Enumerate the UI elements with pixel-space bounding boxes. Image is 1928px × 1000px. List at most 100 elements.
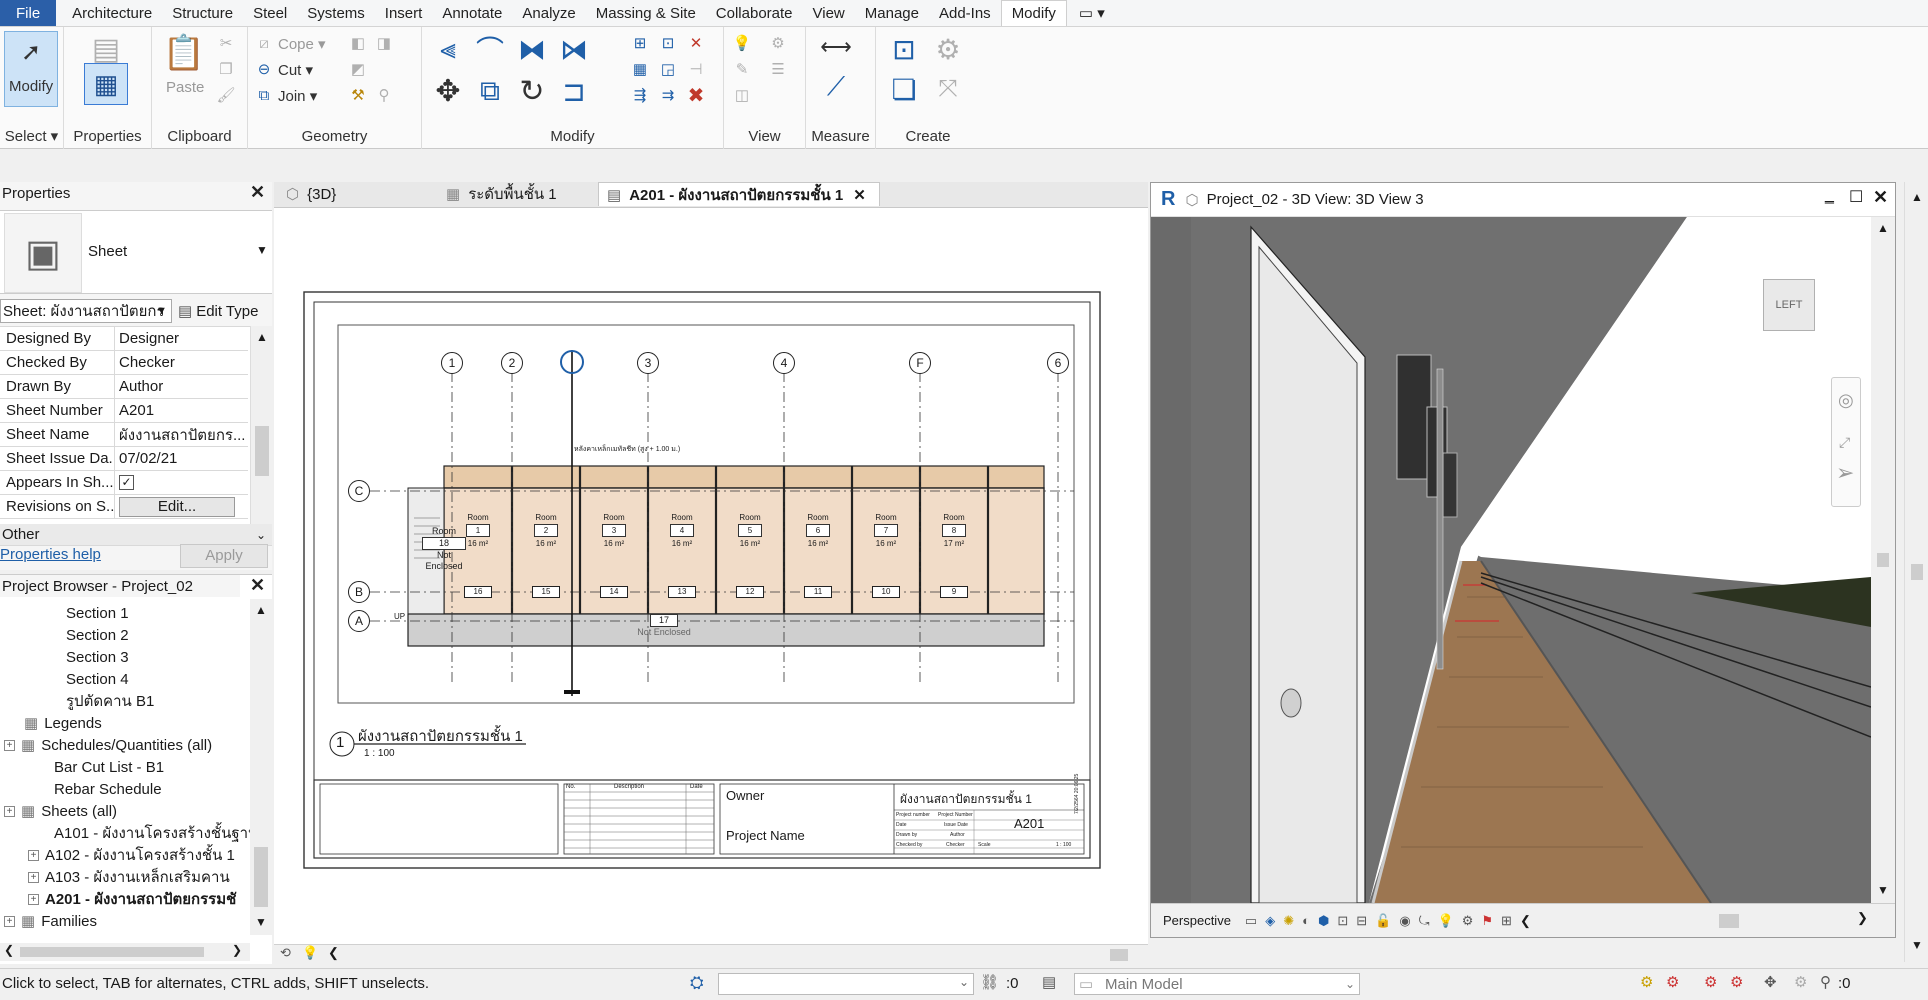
scroll-left-icon[interactable]: ❮ — [1520, 913, 1531, 929]
detail-level-icon[interactable]: ▭ — [1245, 913, 1257, 929]
type-selector-dropdown-icon[interactable]: ▼ — [256, 243, 268, 257]
menu-massing-site[interactable]: Massing & Site — [586, 0, 706, 26]
sun-path-icon[interactable]: ✺ — [1283, 913, 1294, 929]
scroll-down-icon[interactable]: ▼ — [1911, 938, 1923, 952]
scroll-left-icon[interactable]: ❮ — [328, 945, 339, 961]
viewcube[interactable]: LEFT — [1763, 279, 1815, 331]
constraints-icon[interactable]: ⊞ — [1501, 913, 1512, 929]
browser-tree-item[interactable]: ▦ Legends — [24, 713, 102, 733]
grid-bubble[interactable]: 4 — [773, 352, 795, 374]
3d-vscrollbar[interactable]: ▲ ▼ — [1871, 217, 1895, 903]
wall-joins-icon[interactable]: ◨ — [374, 33, 394, 53]
tab-sheet-a201[interactable]: ▤ A201 - ผังงานสถาปัตยกรรมชั้น 1 ✕ — [598, 182, 880, 206]
hide-crop-icon[interactable]: 💡 — [302, 945, 318, 961]
select-links-icon[interactable]: ⚙ — [1640, 973, 1653, 991]
expand-icon[interactable]: + — [28, 893, 39, 905]
grid-bubble[interactable]: C — [348, 480, 370, 502]
grid-bubble[interactable]: 2 — [501, 352, 523, 374]
ribbon-toggle-icon[interactable]: ▭ ▾ — [1067, 0, 1117, 26]
room-tag[interactable]: Room 2 16 m² — [524, 512, 568, 549]
align-icon[interactable]: ⫷ — [430, 31, 466, 67]
grid-bubble[interactable]: A — [348, 610, 370, 632]
menu-add-ins[interactable]: Add-Ins — [929, 0, 1001, 26]
halftone-icon[interactable]: ◫ — [732, 85, 752, 105]
room-tag[interactable]: Room 4 16 m² — [660, 512, 704, 549]
browser-tree-item[interactable]: Section 3 — [66, 647, 129, 667]
instance-selector[interactable]: Sheet: ผังงานสถาปัตยกร ▼ — [0, 299, 172, 323]
browser-tree-item[interactable]: Section 1 — [66, 603, 129, 623]
steering-wheel-icon[interactable]: ◎ — [1838, 390, 1854, 411]
3d-hscroll-thumb[interactable] — [1719, 914, 1739, 928]
dimension-icon[interactable]: ⟋ — [814, 69, 858, 105]
browser-scrollbar[interactable]: ▲ ▼ — [250, 599, 272, 935]
visual-style-icon[interactable]: ◈ — [1265, 913, 1275, 929]
edit-type-button[interactable]: ▤ Edit Type — [178, 299, 272, 323]
zoom-icon[interactable]: ⤢ — [1839, 434, 1850, 451]
menu-systems[interactable]: Systems — [297, 0, 375, 26]
menu-insert[interactable]: Insert — [375, 0, 433, 26]
worksharing-icon[interactable]: 💡 — [1438, 913, 1454, 929]
menu-steel[interactable]: Steel — [243, 0, 297, 26]
reveal-hidden-icon[interactable]: ⤿ — [1419, 913, 1430, 929]
properties-scroll-thumb[interactable] — [255, 426, 269, 476]
trim-extend-icon[interactable]: ⊐ — [556, 73, 592, 109]
cut-geometry-label[interactable]: Cut ▾ — [278, 61, 313, 79]
browser-tree-item[interactable]: Section 4 — [66, 669, 129, 689]
create-assembly-icon[interactable]: ⊡ — [884, 31, 924, 67]
split-face-icon[interactable]: ◧ — [348, 33, 368, 53]
cut-geometry-icon[interactable]: ⊖ — [254, 59, 274, 79]
copy-elements-icon[interactable]: ⧉ — [472, 73, 508, 109]
split-gap-icon[interactable]: ⊡ — [658, 33, 678, 53]
3d-viewport[interactable]: LEFT ◎ ⤢ ➢ — [1151, 217, 1871, 903]
cope-label[interactable]: Cope ▾ — [278, 35, 326, 53]
section-marker-icon[interactable] — [560, 350, 584, 374]
browser-tree-item[interactable]: + A102 - ผังงานโครงสร้างชั้น 1 — [28, 845, 235, 865]
browser-tree-item[interactable]: + A201 - ผังงานสถาปัตยกรรมชั — [28, 889, 236, 909]
maximize-icon[interactable]: ☐ — [1849, 187, 1863, 207]
unpin-icon[interactable]: ⇉ — [658, 85, 678, 105]
trim-multiple-icon[interactable]: ⇶ — [630, 85, 650, 105]
bottom-room-tag[interactable]: 12 — [736, 586, 764, 598]
expand-icon[interactable]: + — [4, 739, 15, 751]
prop-row-checked-by[interactable]: Checked By Checker — [0, 351, 248, 375]
override-graphics-icon[interactable]: ⚙ — [768, 33, 788, 53]
main-vscroll-thumb[interactable] — [1911, 564, 1923, 580]
browser-tree-item[interactable]: รูปตัดคาน B1 — [66, 691, 154, 711]
corridor-tag[interactable]: 17 Not Enclosed — [634, 614, 694, 638]
filter-icon[interactable]: ⚲ — [1820, 973, 1831, 991]
prop-row-designed-by[interactable]: Designed By Designer — [0, 327, 248, 351]
temp-hide-icon[interactable]: ◉ — [1399, 913, 1410, 929]
workset-dropdown[interactable]: ⌄ — [718, 973, 974, 995]
create-similar-icon[interactable]: ⤧ — [928, 71, 968, 107]
copy-icon[interactable]: ❐ — [216, 59, 236, 79]
menu-structure[interactable]: Structure — [162, 0, 243, 26]
worksets-icon[interactable]: ⛭ — [690, 973, 704, 993]
cope-icon[interactable]: ⧄ — [254, 33, 274, 53]
create-group-icon[interactable]: ❏ — [884, 71, 924, 107]
browser-hscroll-thumb[interactable] — [20, 947, 204, 957]
fly-icon[interactable]: ➢ — [1836, 460, 1854, 486]
appears-checkbox[interactable]: ✓ — [119, 475, 134, 490]
design-option-dropdown[interactable]: ▭ Main Model ⌄ — [1074, 973, 1360, 995]
bottom-room-tag[interactable]: 10 — [872, 586, 900, 598]
tab-3d[interactable]: ⬡ {3D} — [278, 182, 438, 206]
browser-tree-item[interactable]: +▦Groups — [4, 933, 90, 936]
delete-icon-small[interactable]: ✕ — [686, 33, 706, 53]
menu-analyze[interactable]: Analyze — [512, 0, 585, 26]
scroll-down-icon[interactable]: ▼ — [1877, 883, 1889, 897]
prop-row-sheet-name[interactable]: Sheet Name ผังงานสถาปัตยกร... — [0, 423, 248, 447]
tab-floor-plan[interactable]: ▦ ระดับพื้นชั้น 1 — [438, 182, 598, 206]
menu-architecture[interactable]: Architecture — [62, 0, 162, 26]
join-icon[interactable]: ⧉ — [254, 85, 274, 105]
crop-view-icon[interactable]: ⊡ — [1337, 913, 1348, 929]
unjoin-icon[interactable]: ⚲ — [374, 85, 394, 105]
join-label[interactable]: Join ▾ — [278, 87, 317, 105]
menu-file[interactable]: File — [0, 0, 57, 26]
browser-tree-item[interactable]: + A103 - ผังงานเหล็กเสริมคาน — [28, 867, 230, 887]
expand-icon[interactable]: + — [28, 849, 39, 861]
select-dropdown[interactable]: Select ▾ — [0, 127, 63, 145]
highlight-icon[interactable]: ⚑ — [1481, 913, 1493, 929]
bottom-room-tag[interactable]: 11 — [804, 586, 832, 598]
linework-icon[interactable]: ✎ — [732, 59, 752, 79]
demolish-icon[interactable]: ⚒ — [348, 85, 368, 105]
